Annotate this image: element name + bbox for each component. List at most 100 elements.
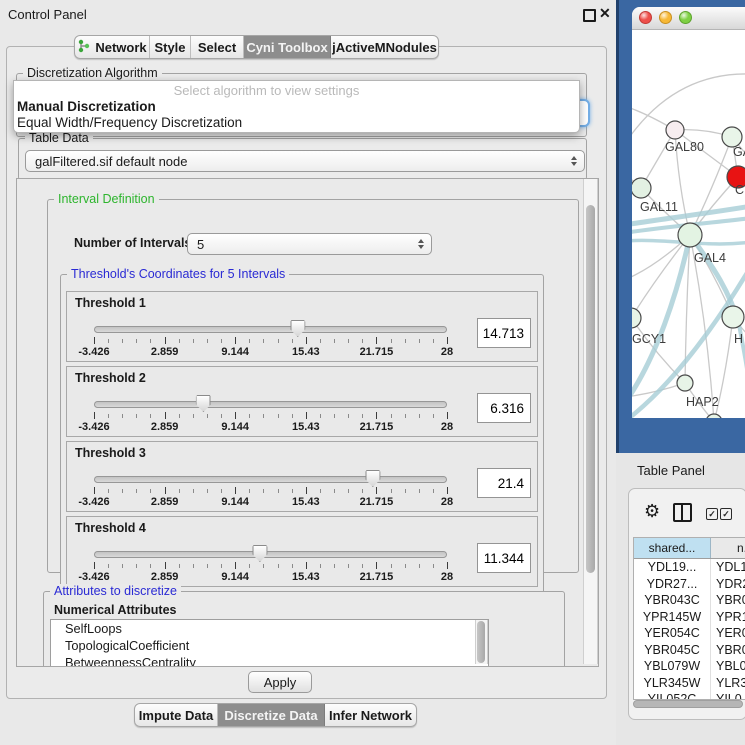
tick-label: -3.426 xyxy=(78,571,109,583)
threshold-value-input[interactable] xyxy=(477,468,531,498)
attribute-list-item[interactable]: SelfLoops xyxy=(51,620,488,637)
table-column-header[interactable]: n... xyxy=(711,538,745,558)
table-row[interactable]: YLR345WYLR3 xyxy=(634,675,745,692)
threshold-value-input[interactable] xyxy=(477,393,531,423)
attributes-scrollbar-thumb[interactable] xyxy=(477,621,485,663)
tick-mark xyxy=(348,339,349,343)
tick-mark xyxy=(447,562,448,569)
algorithm-option[interactable]: Manual Discretization xyxy=(15,99,578,115)
numerical-attributes-label: Numerical Attributes xyxy=(54,603,176,617)
table-hscrollbar-thumb[interactable] xyxy=(633,700,743,708)
tab-infer-network[interactable]: Infer Network xyxy=(325,704,416,726)
slider-tick-labels: -3.4262.8599.14415.4321.71528 xyxy=(94,346,447,358)
tab-style[interactable]: Style xyxy=(150,36,191,58)
checkbox-icon[interactable]: ✓ xyxy=(706,508,718,520)
threshold-value-input[interactable] xyxy=(477,318,531,348)
tick-mark xyxy=(122,489,123,493)
table-row[interactable]: YIL052CYIL0 xyxy=(634,691,745,700)
column-chooser-icon[interactable] xyxy=(673,503,692,522)
checkbox-icon[interactable]: ✓ xyxy=(720,508,732,520)
network-node[interactable] xyxy=(722,127,742,147)
tab-discretize-data[interactable]: Discretize Data xyxy=(218,704,325,726)
tab-impute-data[interactable]: Impute Data xyxy=(135,704,218,726)
network-node[interactable] xyxy=(678,223,702,247)
settings-scrollbar[interactable] xyxy=(583,179,598,664)
slider-thumb[interactable] xyxy=(365,470,380,487)
apply-button[interactable]: Apply xyxy=(248,671,312,693)
network-canvas[interactable]: GAL80GACGAL11GAL4GCY1HHAP2 xyxy=(632,30,745,418)
numerical-attributes-list[interactable]: SelfLoopsTopologicalCoefficientBetweenne… xyxy=(50,619,489,667)
tick-mark xyxy=(433,414,434,418)
settings-scrollbar-thumb[interactable] xyxy=(586,205,595,573)
threshold-slider[interactable]: -3.4262.8599.14415.4321.71528 xyxy=(94,320,447,360)
mac-zoom-button[interactable] xyxy=(679,11,692,24)
tick-mark xyxy=(405,564,406,568)
combo-arrows-icon xyxy=(418,239,424,249)
network-node[interactable] xyxy=(722,306,744,328)
threshold-label: Threshold 4 xyxy=(75,521,146,535)
tick-mark xyxy=(94,337,95,344)
tick-label: 28 xyxy=(441,571,453,583)
network-window[interactable]: GAL80GACGAL11GAL4GCY1HHAP2 xyxy=(632,7,745,418)
gear-icon[interactable]: ⚙ xyxy=(644,502,660,520)
thresholds-group: Threshold's Coordinates for 5 Intervals … xyxy=(60,274,544,594)
threshold-panel: Threshold 1 -3.4262.8599.14415.4321.7152… xyxy=(66,291,538,362)
network-graph[interactable]: GAL80GACGAL11GAL4GCY1HHAP2 xyxy=(632,30,745,418)
slider-track[interactable] xyxy=(94,551,447,558)
float-panel-icon[interactable] xyxy=(583,9,596,22)
tab-select[interactable]: Select xyxy=(191,36,244,58)
tab-jactivemnodules[interactable]: jActiveMNodules xyxy=(331,36,438,58)
node-attribute-table[interactable]: shared...n... YDL19...YDL1YDR27...YDR2YB… xyxy=(633,537,745,700)
network-node[interactable] xyxy=(632,178,651,198)
attribute-list-item[interactable]: BetweennessCentrality xyxy=(51,654,488,667)
table-row[interactable]: YDR27...YDR2 xyxy=(634,576,745,593)
table-row[interactable]: YPR145WYPR1 xyxy=(634,609,745,626)
attribute-list-item[interactable]: TopologicalCoefficient xyxy=(51,637,488,654)
network-node[interactable] xyxy=(677,375,693,391)
table-data-combobox[interactable]: galFiltered.sif default node xyxy=(25,150,585,172)
tick-label: 2.859 xyxy=(151,571,179,583)
tick-label: 9.144 xyxy=(221,346,249,358)
network-node-label: H xyxy=(734,332,743,346)
table-cell: YIL052C xyxy=(634,691,711,700)
tick-mark xyxy=(136,339,137,343)
mac-minimize-button[interactable] xyxy=(659,11,672,24)
table-cell: YDL19... xyxy=(634,559,711,576)
slider-thumb[interactable] xyxy=(252,545,267,562)
tick-mark xyxy=(447,337,448,344)
slider-track[interactable] xyxy=(94,401,447,408)
table-row[interactable]: YER054CYER0 xyxy=(634,625,745,642)
network-node-label: GAL4 xyxy=(694,251,726,265)
close-icon[interactable]: ✕ xyxy=(599,5,611,22)
threshold-slider[interactable]: -3.4262.8599.14415.4321.71528 xyxy=(94,545,447,585)
slider-thumb[interactable] xyxy=(196,395,211,412)
tab-network[interactable]: Network xyxy=(75,36,150,58)
tick-mark xyxy=(306,337,307,344)
mac-close-button[interactable] xyxy=(639,11,652,24)
network-node[interactable] xyxy=(632,308,641,328)
tab-cyni-toolbox[interactable]: Cyni Toolbox xyxy=(244,36,331,58)
algorithm-option[interactable]: Equal Width/Frequency Discretization xyxy=(15,115,578,131)
table-column-header[interactable]: shared... xyxy=(634,538,711,558)
table-row[interactable]: YDL19...YDL1 xyxy=(634,559,745,576)
threshold-value-input[interactable] xyxy=(477,543,531,573)
attributes-list-scrollbar[interactable] xyxy=(475,620,488,664)
table-row[interactable]: YBR045CYBR0 xyxy=(634,642,745,659)
threshold-slider[interactable]: -3.4262.8599.14415.4321.71528 xyxy=(94,470,447,510)
table-row[interactable]: YBR043CYBR0 xyxy=(634,592,745,609)
tick-mark xyxy=(263,339,264,343)
num-intervals-combobox[interactable]: 5 xyxy=(187,233,432,255)
slider-track[interactable] xyxy=(94,326,447,333)
slider-thumb[interactable] xyxy=(290,320,305,337)
tick-label: -3.426 xyxy=(78,421,109,433)
tick-mark xyxy=(207,564,208,568)
threshold-slider[interactable]: -3.4262.8599.14415.4321.71528 xyxy=(94,395,447,435)
slider-track[interactable] xyxy=(94,476,447,483)
network-node[interactable] xyxy=(666,121,684,139)
tab-label: Network xyxy=(95,40,146,55)
tick-mark xyxy=(150,339,151,343)
table-row[interactable]: YBL079WYBL0 xyxy=(634,658,745,675)
tick-mark xyxy=(165,562,166,569)
network-node-label: C xyxy=(735,183,744,197)
tick-mark xyxy=(278,414,279,418)
